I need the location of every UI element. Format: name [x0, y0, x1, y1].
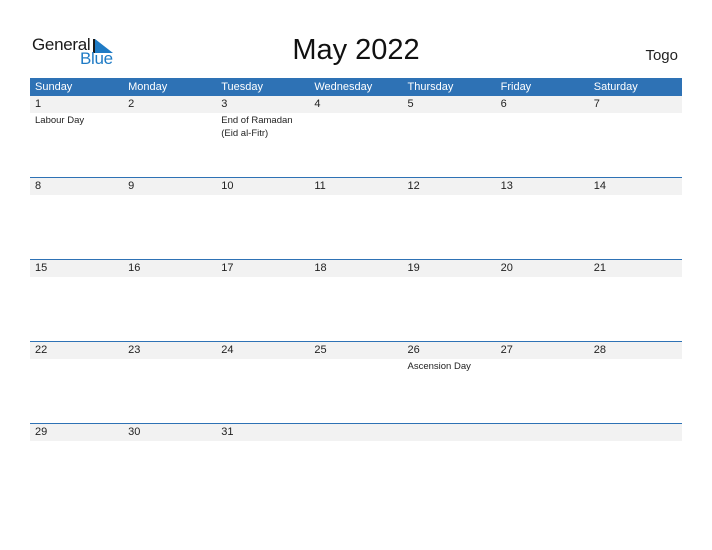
day-number	[496, 424, 589, 441]
holiday-label	[496, 359, 589, 373]
holiday-label	[309, 441, 402, 442]
day-number: 7	[593, 98, 600, 110]
holiday-label	[403, 441, 496, 442]
weeks-container: 1 2 3 4 5 6 7 Labour Day End of Ramadan (Eid al-…	[30, 96, 682, 505]
day-number: 9	[128, 180, 135, 192]
holiday-label	[496, 113, 589, 140]
holiday-label	[496, 277, 589, 278]
holiday-label	[589, 359, 682, 373]
day-number: 15	[35, 262, 48, 274]
holiday-label	[403, 277, 496, 278]
day-number: 22	[35, 344, 48, 356]
holiday-label	[30, 441, 123, 442]
weekday-saturday: Saturday	[593, 81, 638, 93]
day-number	[589, 424, 682, 441]
day-number: 4	[314, 98, 321, 110]
calendar-title: May 2022	[292, 34, 420, 66]
week-row: 8 9 10 11 12 13 14	[30, 177, 682, 259]
country-label: Togo	[645, 47, 678, 64]
holiday-label	[589, 277, 682, 278]
week-row: 15 16 17 18 19 20 21	[30, 259, 682, 341]
events-strip: Ascension Day	[30, 359, 682, 373]
day-number-strip: 1 2 3 4 5 6 7	[30, 96, 682, 113]
day-number-strip: 29 30 31	[30, 424, 682, 441]
day-number-strip: 8 9 10 11 12 13 14	[30, 178, 682, 195]
day-number: 12	[407, 180, 420, 192]
day-number: 2	[128, 98, 135, 110]
holiday-label	[216, 277, 309, 278]
events-strip	[30, 195, 682, 196]
day-number: 11	[314, 180, 326, 192]
weekday-monday: Monday	[128, 81, 168, 93]
day-number: 28	[593, 344, 606, 356]
day-number: 5	[407, 98, 414, 110]
holiday-label	[403, 113, 496, 140]
day-number	[309, 424, 402, 441]
events-strip	[30, 441, 682, 442]
day-number-strip: 15 16 17 18 19 20 21	[30, 260, 682, 277]
day-number-strip: 22 23 24 25 26 27 28	[30, 342, 682, 359]
holiday-label	[123, 359, 216, 373]
day-number: 27	[500, 344, 513, 356]
day-number: 6	[500, 98, 507, 110]
holiday-label: Labour Day	[35, 115, 85, 126]
holiday-label	[309, 195, 402, 196]
week-row: 29 30 31	[30, 423, 682, 505]
weekday-sunday: Sunday	[35, 81, 73, 93]
day-number: 30	[128, 426, 141, 438]
day-number: 13	[500, 180, 513, 192]
week-row: 22 23 24 25 26 27 28 Ascension Day	[30, 341, 682, 423]
holiday-label: End of Ramadan (Eid al-Fitr)	[221, 115, 293, 139]
holiday-label	[589, 441, 682, 442]
weekday-header: Sunday Monday Tuesday Wednesday Thursday…	[30, 78, 682, 96]
day-number: 29	[35, 426, 48, 438]
day-number: 1	[35, 98, 42, 110]
holiday-label	[216, 195, 309, 196]
day-number	[403, 424, 496, 441]
day-number: 3	[221, 98, 228, 110]
day-number: 18	[314, 262, 327, 274]
holiday-label	[589, 195, 682, 196]
weekday-wednesday: Wednesday	[314, 81, 373, 93]
holiday-label	[123, 277, 216, 278]
holiday-label	[123, 195, 216, 196]
day-number: 20	[500, 262, 513, 274]
day-number: 23	[128, 344, 141, 356]
day-number: 8	[35, 180, 42, 192]
day-number: 10	[221, 180, 234, 192]
events-strip: Labour Day End of Ramadan (Eid al-Fitr)	[30, 113, 682, 140]
holiday-label: Ascension Day	[407, 361, 471, 372]
day-number: 19	[407, 262, 420, 274]
holiday-label	[123, 441, 216, 442]
day-number: 17	[221, 262, 234, 274]
day-number: 25	[314, 344, 327, 356]
holiday-label	[30, 359, 123, 373]
weekday-tuesday: Tuesday	[221, 81, 264, 93]
events-strip	[30, 277, 682, 278]
holiday-label	[30, 195, 123, 196]
day-number: 16	[128, 262, 141, 274]
holiday-label	[496, 441, 589, 442]
day-number: 31	[221, 426, 234, 438]
day-number: 24	[221, 344, 234, 356]
weekday-friday: Friday	[500, 81, 532, 93]
holiday-label	[216, 441, 309, 442]
day-number: 14	[593, 180, 606, 192]
calendar-grid: Sunday Monday Tuesday Wednesday Thursday…	[30, 78, 682, 505]
day-number: 21	[593, 262, 606, 274]
holiday-label	[309, 277, 402, 278]
holiday-label	[216, 359, 309, 373]
holiday-label	[403, 195, 496, 196]
holiday-label	[30, 277, 123, 278]
day-number: 26	[407, 344, 420, 356]
holiday-label	[123, 113, 216, 140]
holiday-label	[589, 113, 682, 140]
holiday-label	[496, 195, 589, 196]
holiday-label	[309, 359, 402, 373]
weekday-thursday: Thursday	[407, 81, 454, 93]
week-row: 1 2 3 4 5 6 7 Labour Day End of Ramadan (Eid al-…	[30, 96, 682, 177]
holiday-label	[309, 113, 402, 140]
